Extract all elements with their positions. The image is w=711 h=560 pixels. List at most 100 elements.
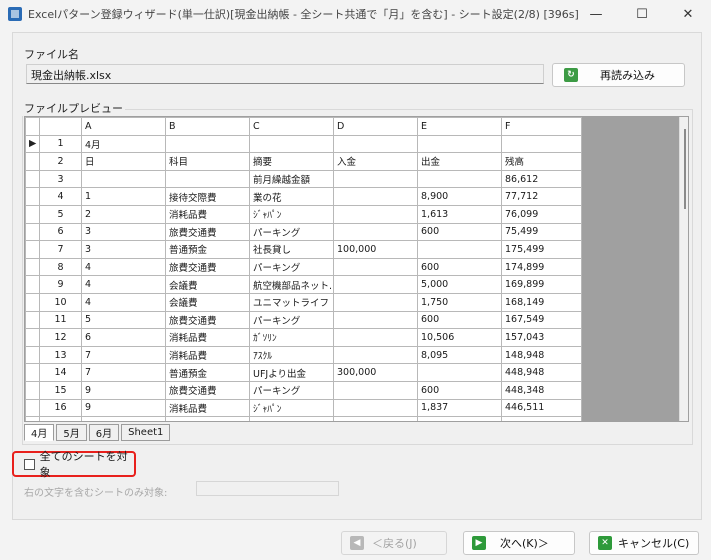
table-row[interactable]: 14 7 普通預金 UFJより出金 300,000 448,948: [25, 363, 582, 382]
table-cell[interactable]: 448,948: [501, 363, 582, 382]
row-selector[interactable]: [25, 257, 40, 277]
table-cell[interactable]: 600: [417, 380, 502, 400]
table-cell[interactable]: [333, 310, 418, 330]
table-cell[interactable]: 会議費: [165, 292, 250, 312]
table-cell[interactable]: 消耗品費: [165, 398, 250, 418]
sheet-tab[interactable]: 6月: [88, 424, 120, 441]
table-cell[interactable]: 8,900: [417, 187, 502, 206]
table-cell[interactable]: 1,837: [417, 398, 502, 418]
table-cell[interactable]: 旅費交通費: [165, 380, 250, 400]
next-button[interactable]: ▶ 次へ(K)＞: [463, 531, 575, 555]
table-cell[interactable]: 75,499: [501, 222, 582, 242]
table-row[interactable]: 15 9 旅費交通費 パーキング 600 448,348: [25, 380, 582, 400]
table-row[interactable]: 5 2 消耗品費 ｼﾞｬﾊﾟﾝ 1,613 76,099: [25, 204, 582, 224]
table-cell[interactable]: 600: [417, 310, 502, 330]
sheet-tab[interactable]: 5月: [56, 424, 87, 441]
table-cell[interactable]: パーキング: [249, 257, 334, 277]
table-cell[interactable]: [333, 204, 418, 224]
row-selector[interactable]: [25, 380, 40, 400]
current-row-indicator[interactable]: ▶: [25, 134, 40, 154]
table-cell[interactable]: 100,000: [333, 240, 418, 259]
table-cell[interactable]: 168,149: [501, 292, 582, 312]
row-selector[interactable]: [25, 328, 40, 347]
table-row[interactable]: 13 7 消耗品費 ｱｽｸﾙ 8,095 148,948: [25, 345, 582, 365]
table-cell[interactable]: [333, 380, 418, 400]
table-cell[interactable]: 旅費交通費: [165, 222, 250, 242]
table-cell[interactable]: 6: [81, 328, 166, 347]
table-cell[interactable]: 600: [417, 222, 502, 242]
table-cell[interactable]: 科目: [165, 152, 250, 171]
maximize-button[interactable]: ☐: [619, 0, 665, 28]
table-cell[interactable]: [417, 363, 502, 382]
table-cell[interactable]: [165, 169, 250, 189]
vertical-scrollbar[interactable]: [679, 117, 688, 421]
table-cell[interactable]: [165, 134, 250, 154]
scrollbar-thumb[interactable]: [684, 129, 686, 209]
table-cell[interactable]: 普通預金: [165, 240, 250, 259]
table-cell[interactable]: 4月: [81, 134, 166, 154]
table-cell[interactable]: 86,612: [501, 169, 582, 189]
table-cell[interactable]: [333, 345, 418, 365]
table-row[interactable]: 12 6 消耗品費 ｶﾞｿﾘﾝ 10,506 157,043: [25, 328, 582, 347]
close-button[interactable]: ✕: [665, 0, 711, 28]
table-cell[interactable]: 174,899: [501, 257, 582, 277]
table-cell[interactable]: 9: [81, 380, 166, 400]
table-row[interactable]: 8 4 旅費交通費 パーキング 600 174,899: [25, 257, 582, 277]
row-selector[interactable]: [25, 398, 40, 418]
table-cell[interactable]: 消耗品費: [165, 345, 250, 365]
table-cell[interactable]: 消耗品費: [165, 328, 250, 347]
table-cell[interactable]: [333, 328, 418, 347]
table-cell[interactable]: 175,499: [501, 240, 582, 259]
table-cell[interactable]: 前月繰越金額: [249, 169, 334, 189]
table-cell[interactable]: 残高: [501, 152, 582, 171]
row-selector[interactable]: [25, 240, 40, 259]
table-cell[interactable]: 7: [81, 363, 166, 382]
row-selector[interactable]: [25, 345, 40, 365]
table-cell[interactable]: 169,899: [501, 275, 582, 294]
table-cell[interactable]: 300,000: [333, 363, 418, 382]
table-cell[interactable]: 入金: [333, 152, 418, 171]
table-cell[interactable]: [81, 169, 166, 189]
table-cell[interactable]: 1: [81, 187, 166, 206]
row-selector[interactable]: [25, 169, 40, 189]
table-cell[interactable]: 7: [81, 345, 166, 365]
row-selector[interactable]: [25, 292, 40, 312]
row-selector[interactable]: [25, 363, 40, 382]
table-cell[interactable]: 4: [81, 275, 166, 294]
table-cell[interactable]: ｶﾞｿﾘﾝ: [249, 328, 334, 347]
table-cell[interactable]: パーキング: [249, 222, 334, 242]
table-cell[interactable]: [333, 398, 418, 418]
table-cell[interactable]: 2: [81, 204, 166, 224]
table-row[interactable]: 3 前月繰越金額 86,612: [25, 169, 582, 189]
table-cell[interactable]: 1,750: [417, 292, 502, 312]
table-cell[interactable]: 3: [81, 222, 166, 242]
back-button[interactable]: ◀ ＜戻る(J): [341, 531, 447, 555]
table-cell[interactable]: [333, 257, 418, 277]
table-cell[interactable]: 消耗品費: [165, 204, 250, 224]
table-cell[interactable]: 旅費交通費: [165, 257, 250, 277]
table-cell[interactable]: 76,099: [501, 204, 582, 224]
table-cell[interactable]: ｼﾞｬﾊﾟﾝ: [249, 398, 334, 418]
table-cell[interactable]: [333, 187, 418, 206]
cancel-button[interactable]: ✕ キャンセル(C): [589, 531, 699, 555]
table-cell[interactable]: UFJより出金: [249, 363, 334, 382]
table-cell[interactable]: 77,712: [501, 187, 582, 206]
table-cell[interactable]: 会議費: [165, 275, 250, 294]
table-cell[interactable]: [417, 169, 502, 189]
table-cell[interactable]: 157,043: [501, 328, 582, 347]
table-cell[interactable]: 5: [81, 310, 166, 330]
table-cell[interactable]: 4: [81, 257, 166, 277]
table-row[interactable]: 6 3 旅費交通費 パーキング 600 75,499: [25, 222, 582, 242]
sheet-tab[interactable]: Sheet1: [121, 424, 171, 441]
table-row[interactable]: 16 9 消耗品費 ｼﾞｬﾊﾟﾝ 1,837 446,511: [25, 398, 582, 418]
table-cell[interactable]: 接待交際費: [165, 187, 250, 206]
table-cell[interactable]: 148,948: [501, 345, 582, 365]
table-cell[interactable]: パーキング: [249, 380, 334, 400]
table-cell[interactable]: [333, 222, 418, 242]
table-cell[interactable]: [501, 134, 582, 154]
preview-grid[interactable]: A B C D E F ▶ 1 4月 2 日科目 摘要 入金 出金 残高 3 前月繰越金額 86,612 4 1 接待交…: [24, 116, 689, 422]
reload-button[interactable]: ↻ 再読み込み: [552, 63, 685, 87]
table-cell[interactable]: [333, 292, 418, 312]
row-selector[interactable]: [25, 204, 40, 224]
table-cell[interactable]: 4: [81, 292, 166, 312]
